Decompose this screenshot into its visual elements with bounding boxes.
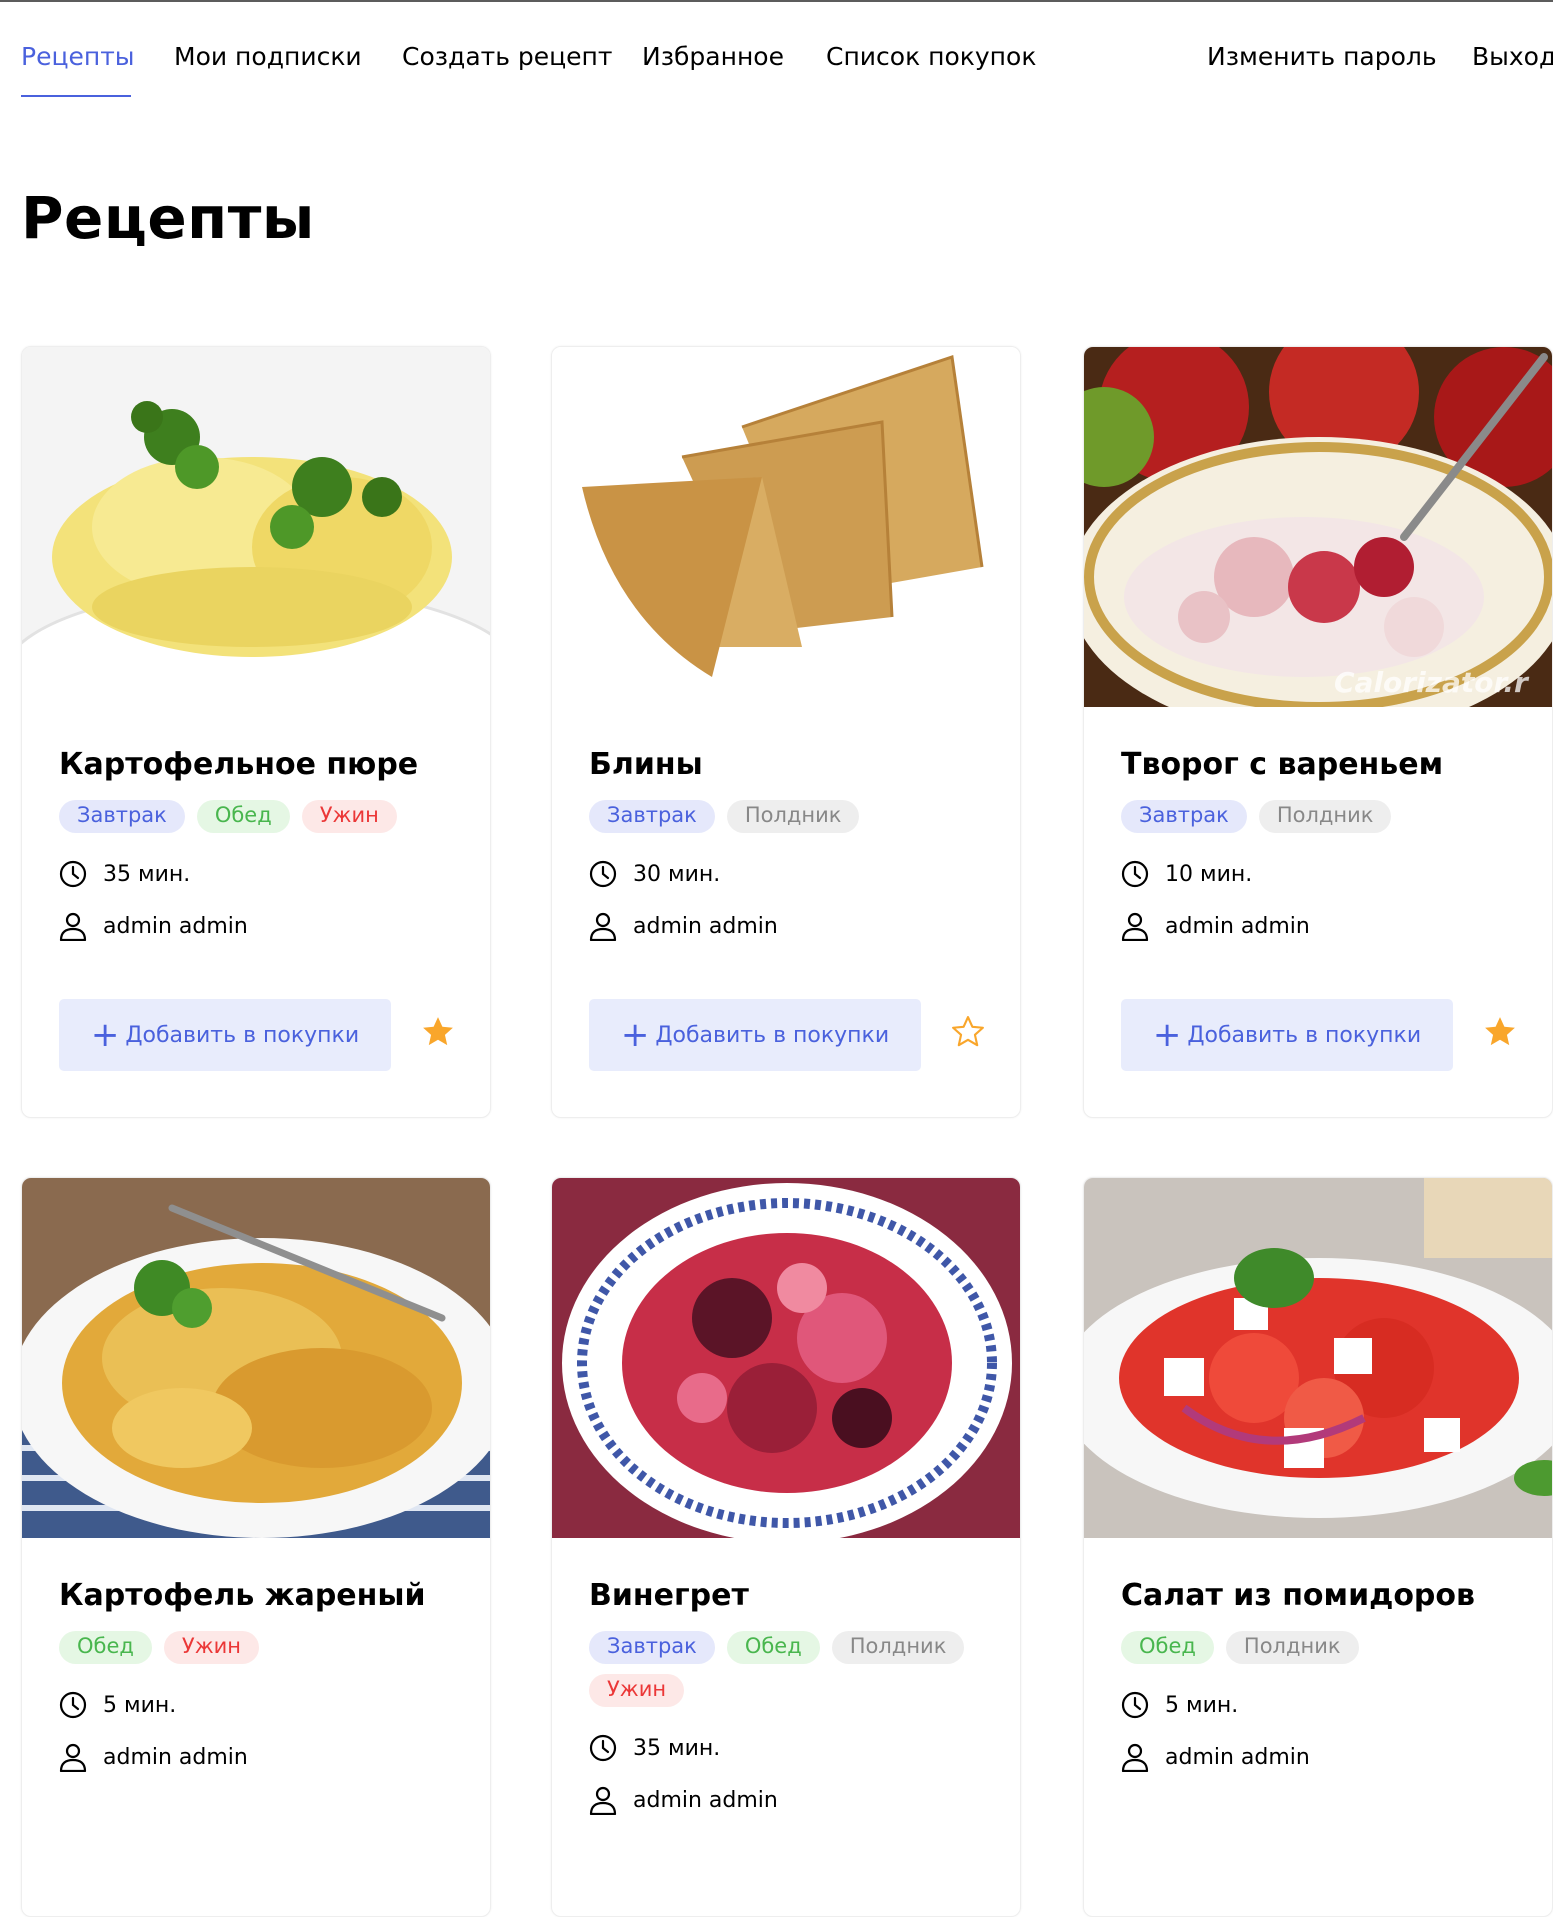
cook-time-value: 30 мин.	[633, 861, 721, 887]
fried-potatoes-image[interactable]	[22, 1178, 490, 1538]
mashed-potatoes-image[interactable]	[22, 347, 490, 707]
recipe-title[interactable]: Винегрет	[589, 1578, 990, 1614]
cook-time-value: 35 мин.	[103, 861, 191, 887]
tag-lunch: Обед	[1121, 1631, 1214, 1664]
user-icon	[589, 911, 617, 941]
recipe-card[interactable]: Блины Завтрак Полдник 30 мин. admin admi…	[551, 346, 1021, 1118]
cook-time: 10 мин.	[1121, 858, 1522, 890]
tag-breakfast: Завтрак	[589, 1631, 715, 1664]
tag-breakfast: Завтрак	[589, 800, 715, 833]
recipe-card[interactable]: Салат из помидоров Обед Полдник 5 мин. a…	[1083, 1177, 1553, 1917]
add-to-shopping-label: Добавить в покупки	[655, 1022, 890, 1048]
tag-snack: Полдник	[831, 1631, 965, 1664]
cook-time-value: 5 мин.	[1165, 1692, 1239, 1718]
main-nav: Рецепты Мои подписки Создать рецепт Избр…	[0, 0, 1553, 100]
cook-time-value: 5 мин.	[103, 1692, 177, 1718]
clock-icon	[1121, 1691, 1149, 1719]
cook-time: 35 мин.	[589, 1732, 990, 1764]
user-icon	[589, 1785, 617, 1815]
author-name[interactable]: admin admin	[633, 1788, 778, 1813]
recipe-card[interactable]: Винегрет Завтрак Обед Полдник Ужин 35 ми…	[551, 1177, 1021, 1917]
tag-snack: Полдник	[726, 800, 860, 833]
recipe-title[interactable]: Блины	[589, 747, 990, 783]
active-tab-underline	[21, 95, 131, 97]
clock-icon	[1121, 860, 1149, 888]
tag-list: Обед Полдник	[1121, 1631, 1521, 1664]
recipe-title[interactable]: Картофель жареный	[59, 1578, 460, 1614]
tag-lunch: Обед	[726, 1631, 820, 1664]
tag-dinner: Ужин	[589, 1674, 685, 1707]
image-watermark: Calorizator.r	[1334, 666, 1530, 699]
user-icon	[1121, 911, 1149, 941]
plus-icon: +	[1152, 1015, 1182, 1055]
author-name[interactable]: admin admin	[103, 1745, 248, 1770]
clock-icon	[59, 1691, 87, 1719]
cook-time: 5 мин.	[59, 1689, 460, 1721]
recipe-card[interactable]: Calorizator.r Творог с вареньем Завтрак …	[1083, 346, 1553, 1118]
author-name[interactable]: admin admin	[1165, 1745, 1310, 1770]
add-to-shopping-button[interactable]: + Добавить в покупки	[589, 999, 921, 1071]
author: admin admin	[589, 910, 990, 942]
add-to-shopping-button[interactable]: + Добавить в покупки	[1121, 999, 1453, 1071]
add-to-shopping-label: Добавить в покупки	[1187, 1022, 1422, 1048]
tag-list: Завтрак Обед Полдник Ужин	[589, 1631, 989, 1707]
pancakes-image[interactable]	[552, 347, 1020, 707]
tag-lunch: Обед	[59, 1631, 152, 1664]
nav-link-favorites[interactable]: Избранное	[642, 42, 784, 71]
cook-time: 5 мин.	[1121, 1689, 1522, 1721]
star-outline-icon[interactable]	[951, 1015, 985, 1049]
recipe-title[interactable]: Творог с вареньем	[1121, 747, 1522, 783]
author-name[interactable]: admin admin	[633, 914, 778, 939]
vinaigrette-image[interactable]	[552, 1178, 1020, 1538]
tag-lunch: Обед	[196, 800, 290, 833]
tag-list: Завтрак Полдник	[589, 800, 989, 833]
add-to-shopping-button[interactable]: + Добавить в покупки	[59, 999, 391, 1071]
tag-list: Обед Ужин	[59, 1631, 459, 1664]
cook-time-value: 35 мин.	[633, 1735, 721, 1761]
author: admin admin	[59, 910, 460, 942]
recipe-card[interactable]: Картофель жареный Обед Ужин 5 мин. admin…	[21, 1177, 491, 1917]
clock-icon	[589, 1734, 617, 1762]
recipe-title[interactable]: Картофельное пюре	[59, 747, 460, 783]
cottage-cheese-jam-image[interactable]: Calorizator.r	[1084, 347, 1552, 707]
tag-list: Завтрак Полдник	[1121, 800, 1521, 833]
author: admin admin	[589, 1784, 990, 1816]
cook-time-value: 10 мин.	[1165, 861, 1253, 887]
nav-link-change-password[interactable]: Изменить пароль	[1207, 42, 1437, 71]
clock-icon	[589, 860, 617, 888]
author: admin admin	[59, 1741, 460, 1773]
plus-icon: +	[620, 1015, 650, 1055]
tag-snack: Полдник	[1225, 1631, 1359, 1664]
recipe-card[interactable]: Картофельное пюре Завтрак Обед Ужин 35 м…	[21, 346, 491, 1118]
author: admin admin	[1121, 1741, 1522, 1773]
tag-snack: Полдник	[1258, 800, 1392, 833]
star-filled-icon[interactable]	[421, 1015, 455, 1049]
tag-dinner: Ужин	[163, 1631, 260, 1664]
add-to-shopping-label: Добавить в покупки	[125, 1022, 360, 1048]
tag-breakfast: Завтрак	[1121, 800, 1247, 833]
author: admin admin	[1121, 910, 1522, 942]
user-icon	[1121, 1742, 1149, 1772]
nav-link-shopping-list[interactable]: Список покупок	[826, 42, 1036, 71]
nav-link-recipes[interactable]: Рецепты	[21, 42, 135, 71]
user-icon	[59, 1742, 87, 1772]
tag-dinner: Ужин	[301, 800, 397, 833]
user-icon	[59, 911, 87, 941]
page-title: Рецепты	[21, 184, 315, 252]
star-filled-icon[interactable]	[1483, 1015, 1517, 1049]
tag-breakfast: Завтрак	[59, 800, 185, 833]
author-name[interactable]: admin admin	[1165, 914, 1310, 939]
tomato-salad-image[interactable]	[1084, 1178, 1552, 1538]
nav-link-logout[interactable]: Выход	[1472, 42, 1553, 71]
nav-link-create-recipe[interactable]: Создать рецепт	[402, 42, 612, 71]
nav-link-subscriptions[interactable]: Мои подписки	[174, 42, 362, 71]
recipe-title[interactable]: Салат из помидоров	[1121, 1578, 1522, 1614]
tag-list: Завтрак Обед Ужин	[59, 800, 459, 833]
cook-time: 35 мин.	[59, 858, 460, 890]
clock-icon	[59, 860, 87, 888]
author-name[interactable]: admin admin	[103, 914, 248, 939]
plus-icon: +	[90, 1015, 120, 1055]
cook-time: 30 мин.	[589, 858, 990, 890]
